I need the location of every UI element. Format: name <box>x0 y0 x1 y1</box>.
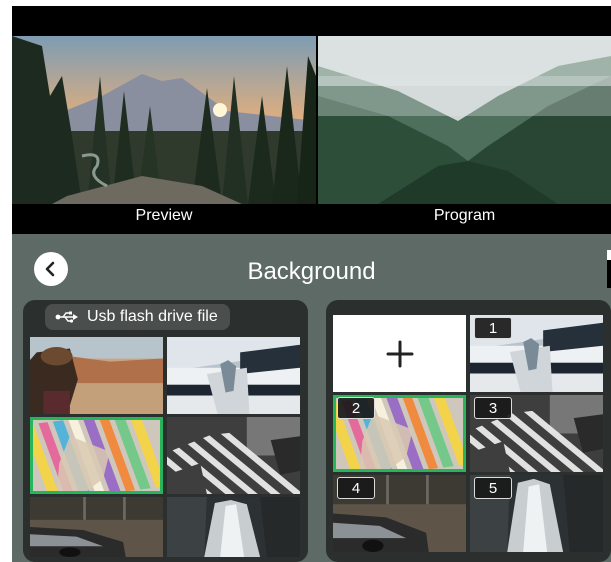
slot-2[interactable]: 2 <box>333 395 466 472</box>
usb-icon <box>55 311 78 323</box>
background-slots-panel: 1 2 3 4 5 <box>326 300 611 562</box>
slot-number-badge: 1 <box>474 317 512 339</box>
preview-label: Preview <box>135 207 193 224</box>
slot-number-badge: 4 <box>337 477 375 499</box>
usb-source-label[interactable]: Usb flash drive file <box>45 304 230 330</box>
panel-title: Background <box>247 258 376 285</box>
program-monitor[interactable] <box>318 36 611 204</box>
usb-thumbnail-1[interactable] <box>30 337 163 414</box>
colorful-stripes-image <box>30 417 163 494</box>
monitor-area: Preview Program <box>12 6 611 234</box>
waterfall-image <box>167 497 300 557</box>
background-panel: Background Usb flash drive file 1 2 3 4 … <box>12 234 611 562</box>
slot-5[interactable]: 5 <box>470 475 603 552</box>
usb-thumbnail-6[interactable] <box>167 497 300 557</box>
app-window: Preview Program Background Usb flash dri… <box>12 6 611 562</box>
side-scroll-handle[interactable] <box>607 250 611 288</box>
usb-thumbnail-5[interactable] <box>30 497 163 557</box>
program-label: Program <box>433 207 496 224</box>
slot-number-badge: 2 <box>337 397 375 419</box>
plus-icon <box>386 340 413 367</box>
slot-3[interactable]: 3 <box>470 395 603 472</box>
usb-source-panel: Usb flash drive file <box>23 300 308 562</box>
slot-number-badge: 5 <box>474 477 512 499</box>
slot-number-badge: 3 <box>474 397 512 419</box>
program-image <box>318 36 611 204</box>
slot-1[interactable]: 1 <box>470 315 603 392</box>
add-background-button[interactable] <box>333 315 466 392</box>
usb-thumbnail-3[interactable] <box>30 417 163 494</box>
modern-building-image <box>167 337 300 414</box>
preview-monitor[interactable] <box>12 36 316 204</box>
car-dashboard-image <box>30 497 163 557</box>
striped-hand-image <box>167 417 300 494</box>
usb-thumbnail-4[interactable] <box>167 417 300 494</box>
usb-source-text: Usb flash drive file <box>87 308 218 325</box>
usb-thumbnail-2[interactable] <box>167 337 300 414</box>
desert-person-image <box>30 337 163 414</box>
preview-image <box>12 36 316 204</box>
slot-4[interactable]: 4 <box>333 475 466 552</box>
